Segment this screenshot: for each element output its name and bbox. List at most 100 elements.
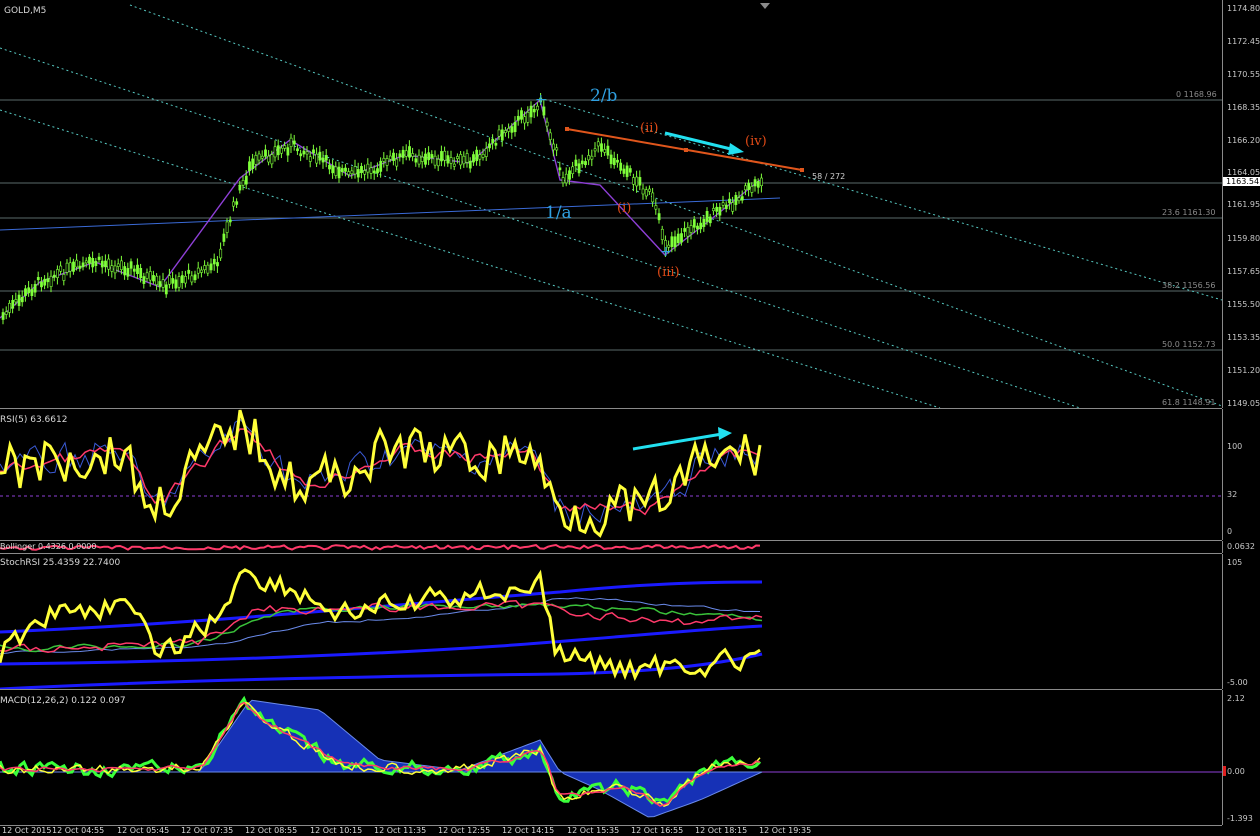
candle [401, 149, 405, 158]
stochrsi-axis[interactable]: 105 -5.00 [1222, 554, 1260, 689]
candle [120, 260, 123, 270]
price-tick: 1159.80 [1227, 234, 1260, 243]
candle [110, 265, 114, 272]
candle [436, 158, 440, 167]
candle [379, 160, 383, 172]
rsi-pane[interactable]: RSI(5) 63.6612 [0, 409, 1222, 541]
candle [312, 149, 315, 154]
candle [414, 158, 418, 163]
channel-lower-line [0, 109, 941, 408]
trend-anchor-3[interactable] [800, 168, 804, 172]
candle [744, 185, 747, 191]
candle [363, 170, 367, 175]
macd-axis[interactable]: 2.12 0.00 -1.393 [1222, 690, 1260, 825]
candle [481, 154, 485, 158]
candle [107, 258, 111, 270]
fib-label-23: 23.6 1161.30 [1162, 208, 1216, 217]
candle [116, 263, 120, 267]
candle [225, 221, 229, 233]
candle [264, 149, 267, 157]
wave-label-iv: (iv) [745, 134, 767, 149]
candle [235, 201, 239, 205]
price-tick: 1149.05 [1227, 399, 1260, 408]
candle [484, 148, 488, 157]
rsi-axis[interactable]: 100 32 0 [1222, 409, 1260, 540]
candle [305, 151, 309, 155]
candle [504, 130, 507, 133]
rsi-arrow-head [718, 427, 732, 440]
candle [542, 106, 546, 116]
candle [702, 218, 706, 227]
spread-label: 58 / 272 [812, 172, 846, 181]
candle [206, 264, 210, 274]
candle [593, 148, 597, 152]
rsi-tick: 32 [1227, 490, 1238, 499]
candle [552, 143, 555, 151]
candle [344, 167, 347, 172]
candle [411, 153, 415, 157]
candle [747, 182, 751, 190]
candle [27, 287, 31, 294]
candle [46, 278, 50, 283]
candle [350, 170, 354, 175]
macd-tick: -1.393 [1227, 814, 1253, 823]
fib-label-38: 38.2 1156.56 [1162, 281, 1216, 290]
candle [123, 266, 127, 276]
candle [366, 163, 370, 173]
time-label: 12 Oct 15:35 [567, 826, 620, 835]
candle [692, 219, 696, 228]
mini-axis[interactable]: 0.0632 [1222, 541, 1260, 553]
candle [590, 155, 594, 160]
candle [20, 297, 24, 303]
mini-indicator-pane[interactable]: Bollinger 0.4326 0.0000 [0, 541, 1222, 554]
rsi-band-line [0, 418, 761, 525]
candle [30, 289, 34, 296]
candle [491, 138, 495, 144]
candle [292, 140, 296, 145]
candle [529, 105, 533, 118]
candle [520, 110, 523, 120]
trend-anchor-1[interactable] [565, 127, 569, 131]
rsi-title: RSI(5) 63.6612 [0, 415, 68, 425]
candle [600, 143, 603, 152]
candle [452, 163, 456, 167]
shift-marker-icon[interactable] [760, 3, 770, 9]
candle [158, 281, 162, 287]
candle [564, 173, 568, 184]
price-axis[interactable]: 1174.80 1172.45 1170.55 1168.35 1166.20 … [1222, 0, 1260, 408]
candle [324, 155, 328, 161]
candle [56, 269, 59, 278]
candle [212, 258, 216, 265]
rsi-tick: 0 [1227, 527, 1233, 536]
candle [616, 159, 619, 163]
candle [334, 166, 338, 176]
stoch-tick: 105 [1227, 558, 1243, 567]
candle [475, 149, 479, 162]
candle [622, 168, 626, 174]
candle [427, 152, 431, 161]
candle [731, 202, 735, 212]
candle [465, 153, 469, 163]
stochrsi-pane[interactable]: StochRSI 25.4359 22.7400 [0, 554, 1222, 690]
time-axis[interactable]: 12 Oct 2015 12 Oct 04:55 12 Oct 05:45 12… [0, 826, 1260, 836]
rsi-main-line [0, 409, 762, 538]
macd-pane[interactable]: MACD(12,26,2) 0.122 0.097 [0, 690, 1222, 826]
candle [577, 163, 581, 174]
candle [286, 147, 290, 156]
candle [462, 155, 466, 165]
candle [433, 155, 437, 166]
price-chart-pane[interactable]: + + GOLD,M5 2/b 1/a (ii) (iv) (i) (iii) … [0, 0, 1222, 409]
candle [555, 147, 559, 151]
trend-anchor-2[interactable] [684, 148, 688, 152]
candle [321, 157, 325, 163]
candle [180, 275, 184, 283]
candle [40, 281, 43, 288]
candle [184, 275, 187, 284]
candle [238, 184, 242, 191]
candle [174, 279, 178, 289]
candle [443, 150, 447, 161]
candle [4, 311, 8, 315]
stoch-lower-band [0, 652, 763, 689]
candle [596, 141, 600, 147]
candle [75, 259, 79, 268]
